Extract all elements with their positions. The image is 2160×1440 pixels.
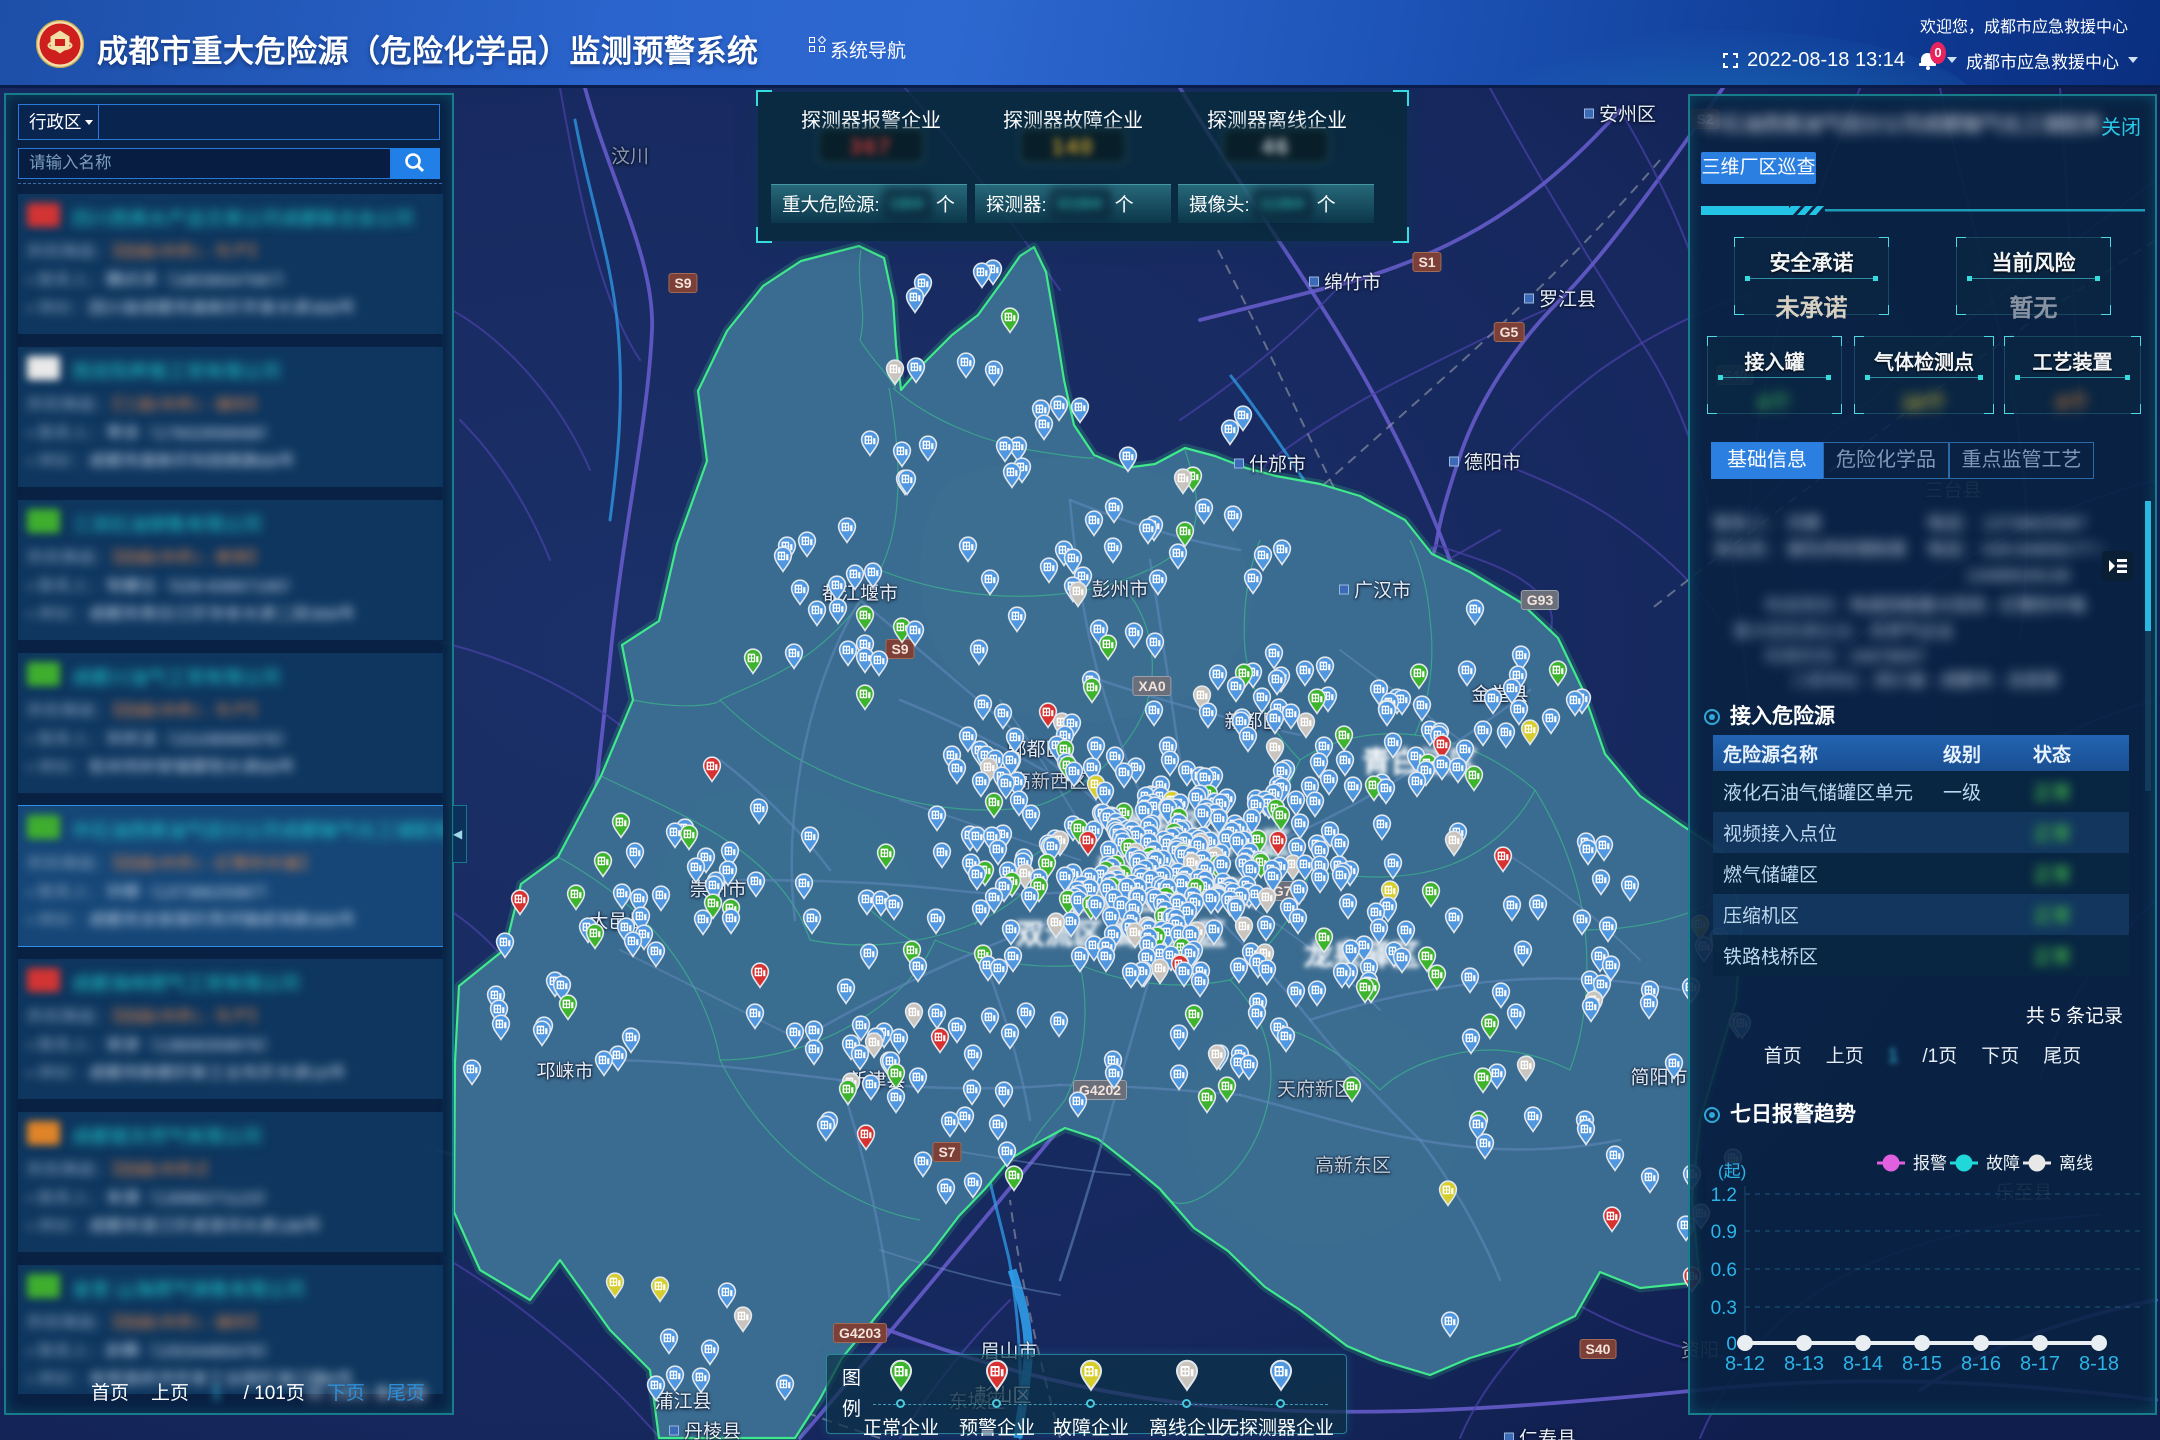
svg-text:8-15: 8-15	[1902, 1353, 1942, 1375]
svg-text:8-17: 8-17	[2020, 1353, 2060, 1375]
svg-text:8-18: 8-18	[2079, 1353, 2119, 1375]
svg-text:8-13: 8-13	[1784, 1353, 1824, 1375]
svg-text:8-12: 8-12	[1725, 1353, 1765, 1375]
svg-text:故障: 故障	[1986, 1154, 2020, 1173]
svg-text:0.6: 0.6	[1711, 1260, 1737, 1281]
svg-text:报警: 报警	[1913, 1154, 1947, 1173]
svg-text:8-16: 8-16	[1961, 1353, 2001, 1375]
svg-text:(起): (起)	[1718, 1162, 1746, 1181]
svg-text:离线: 离线	[2059, 1154, 2093, 1173]
svg-text:0.9: 0.9	[1711, 1222, 1737, 1243]
svg-text:0.3: 0.3	[1711, 1298, 1737, 1319]
svg-text:0: 0	[1726, 1334, 1737, 1355]
svg-text:8-14: 8-14	[1843, 1353, 1883, 1375]
svg-text:1.2: 1.2	[1711, 1185, 1737, 1206]
